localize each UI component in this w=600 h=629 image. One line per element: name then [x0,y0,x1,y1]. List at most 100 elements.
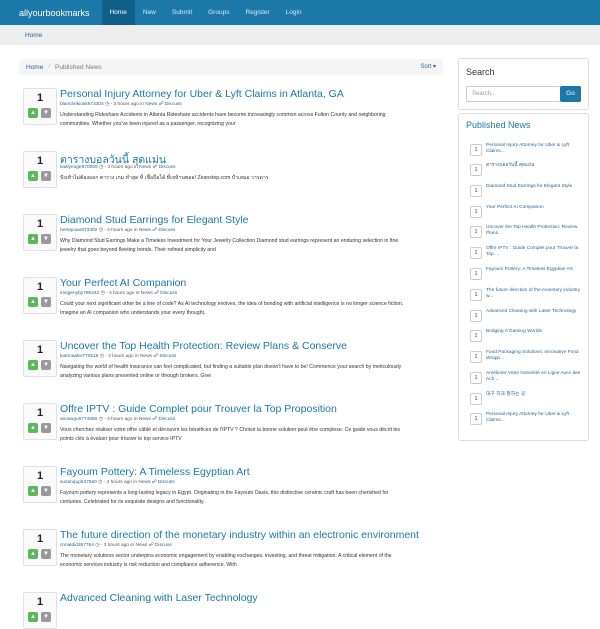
thumbs-up-icon[interactable]: ▲ [28,486,38,496]
news-author-link[interactable]: annaogu0774690 [60,417,97,422]
published-count: 1 [470,144,482,156]
news-meta: kaitlynoge870065 ◷ - 3 hours ago in News… [60,165,176,170]
news-title-link[interactable]: Diamond Stud Earrings for Elegant Style [60,214,249,226]
news-discuss-link[interactable]: Discuss [158,480,175,485]
news-category-link[interactable]: News [138,480,150,485]
header-band: Home [0,25,600,45]
published-link[interactable]: Offre IPTV : Guide Complet pour Trouver … [486,246,581,259]
vote-count: 1 [36,470,44,482]
news-author-link[interactable]: katrinaaler770515 [60,354,98,359]
thumbs-down-icon[interactable]: ▼ [41,360,51,370]
vote-count: 1 [36,533,44,545]
news-time: 3 hours ago [107,165,133,170]
nav-register[interactable]: Register [237,0,277,25]
news-title-link[interactable]: Advanced Cleaning with Laser Technology [60,592,258,604]
news-title-link[interactable]: The future direction of the monetary ind… [60,529,419,541]
published-link[interactable]: Uncover the Top Health Protection: Revie… [486,225,581,238]
news-author-link[interactable]: kaitlynoge870065 [60,165,98,170]
thumbs-up-icon[interactable]: ▲ [28,423,38,433]
news-discuss-link[interactable]: Discuss [165,102,182,107]
breadcrumb-home[interactable]: Home [26,64,43,71]
thumbs-up-icon[interactable]: ▲ [28,297,38,307]
news-category-link[interactable]: News [139,165,151,170]
vote-box: 1 ▲ ▼ [23,277,57,314]
nav-new[interactable]: New [135,0,164,25]
news-category-link[interactable]: News [139,228,151,233]
published-link[interactable]: Personal Injury Attorney for Uber & Lyft… [486,143,581,156]
nav-login[interactable]: Login [278,0,310,25]
published-count: 1 [470,393,482,405]
brand-link[interactable]: allyourbookmarks [19,8,90,18]
news-category-link[interactable]: News [135,543,147,548]
news-meta: imogenyby786442 ◷ - 3 hours ago in News … [60,291,178,296]
nav-home[interactable]: Home [101,0,135,25]
news-category-link[interactable]: News [145,102,157,107]
news-discuss-link[interactable]: Discuss [159,165,176,170]
thumbs-down-icon[interactable]: ▼ [41,486,51,496]
thumbs-down-icon[interactable]: ▼ [41,297,51,307]
news-category-link[interactable]: News [139,417,151,422]
top-navbar: allyourbookmarks Home New Submit Groups … [0,0,600,25]
clock-icon: ◷ [98,165,104,170]
published-link[interactable]: ตารางบอลวันนี้ สุดแม่น [486,163,581,169]
published-count: 1 [470,289,482,301]
clock-icon: ◷ [98,417,103,422]
news-author-link[interactable]: susanqup637560 [60,480,97,485]
news-meta: conaldid357764 ◷ - 3 hours ago in News ☍… [60,543,172,548]
news-list: Home / Published News Sort ▾ 1 ▲ ▼ Personal… [19,59,443,629]
news-author-link[interactable]: blanchekiosk673304 [60,102,104,107]
news-meta: hertayoao873302 ◷ - 3 hours ago in News … [60,228,176,233]
published-link[interactable]: Your Perfect AI Companion [486,205,581,211]
thumbs-down-icon[interactable]: ▼ [41,234,51,244]
news-discuss-link[interactable]: Discuss [160,291,177,296]
search-go-button[interactable]: Go [560,86,581,102]
news-time: 3 hours ago [113,102,139,107]
news-category-link[interactable]: News [141,291,153,296]
news-author-link[interactable]: imogenyby786442 [60,291,99,296]
header-home-link[interactable]: Home [25,32,42,39]
news-author-link[interactable]: hertayoao873302 [60,228,97,233]
news-description: The monetary solutions sector underpins … [60,553,392,568]
published-link[interactable]: Advanced Cleaning with Laser Technology [486,309,581,315]
news-title-link[interactable]: Uncover the Top Health Protection: Revie… [60,340,347,352]
news-title-link[interactable]: Your Perfect AI Companion [60,277,186,289]
published-link[interactable]: 대구 치과 잘하는 곳 [486,392,581,398]
search-heading: Search [466,67,495,77]
published-link[interactable]: Personal Injury Attorney for Uber & Lyft… [486,412,581,425]
news-discuss-link[interactable]: Discuss [158,228,175,233]
published-count: 1 [470,164,482,176]
thumbs-down-icon[interactable]: ▼ [41,612,51,622]
news-title-link[interactable]: Offre IPTV : Guide Complet pour Trouver … [60,403,337,415]
nav-groups[interactable]: Groups [200,0,237,25]
news-time: 3 hours ago [106,480,132,485]
news-discuss-link[interactable]: Discuss [158,417,175,422]
published-link[interactable]: Améliorer Votre Notoriété en Ligne Avec … [486,371,581,384]
thumbs-down-icon[interactable]: ▼ [41,171,51,181]
nav-submit[interactable]: Submit [164,0,200,25]
news-title-link[interactable]: Fayoum Pottery: A Timeless Egyptian Art [60,466,250,478]
news-category-link[interactable]: News [140,354,152,359]
thumbs-down-icon[interactable]: ▼ [41,108,51,118]
published-link[interactable]: Fayoum Pottery: A Timeless Egyptian Art [486,267,581,273]
news-title-link[interactable]: Personal Injury Attorney for Uber & Lyft… [60,88,344,100]
news-description: Understanding Rideshare Accidents in Atl… [60,112,386,127]
vote-count: 1 [36,92,44,104]
news-author-link[interactable]: conaldid357764 [60,543,94,548]
thumbs-up-icon[interactable]: ▲ [28,108,38,118]
thumbs-up-icon[interactable]: ▲ [28,171,38,181]
thumbs-down-icon[interactable]: ▼ [41,423,51,433]
search-input[interactable]: Search.. [466,86,561,102]
thumbs-up-icon[interactable]: ▲ [28,612,38,622]
published-link[interactable]: Food Packaging Solutions: Innovative Foo… [486,350,581,363]
published-link[interactable]: The future direction of the monetary ind… [486,288,581,301]
thumbs-down-icon[interactable]: ▼ [41,549,51,559]
news-discuss-link[interactable]: Discuss [155,543,172,548]
published-news-panel: Published News 1 Personal Injury Attorney… [458,113,589,441]
published-link[interactable]: Diamond Stud Earrings for Elegant Style [486,184,581,190]
thumbs-up-icon[interactable]: ▲ [28,549,38,559]
published-link[interactable]: Bridging A Gaming Worlds [486,329,581,335]
sort-dropdown[interactable]: Sort ▾ [420,63,436,70]
news-discuss-link[interactable]: Discuss [159,354,176,359]
thumbs-up-icon[interactable]: ▲ [28,234,38,244]
thumbs-up-icon[interactable]: ▲ [28,360,38,370]
